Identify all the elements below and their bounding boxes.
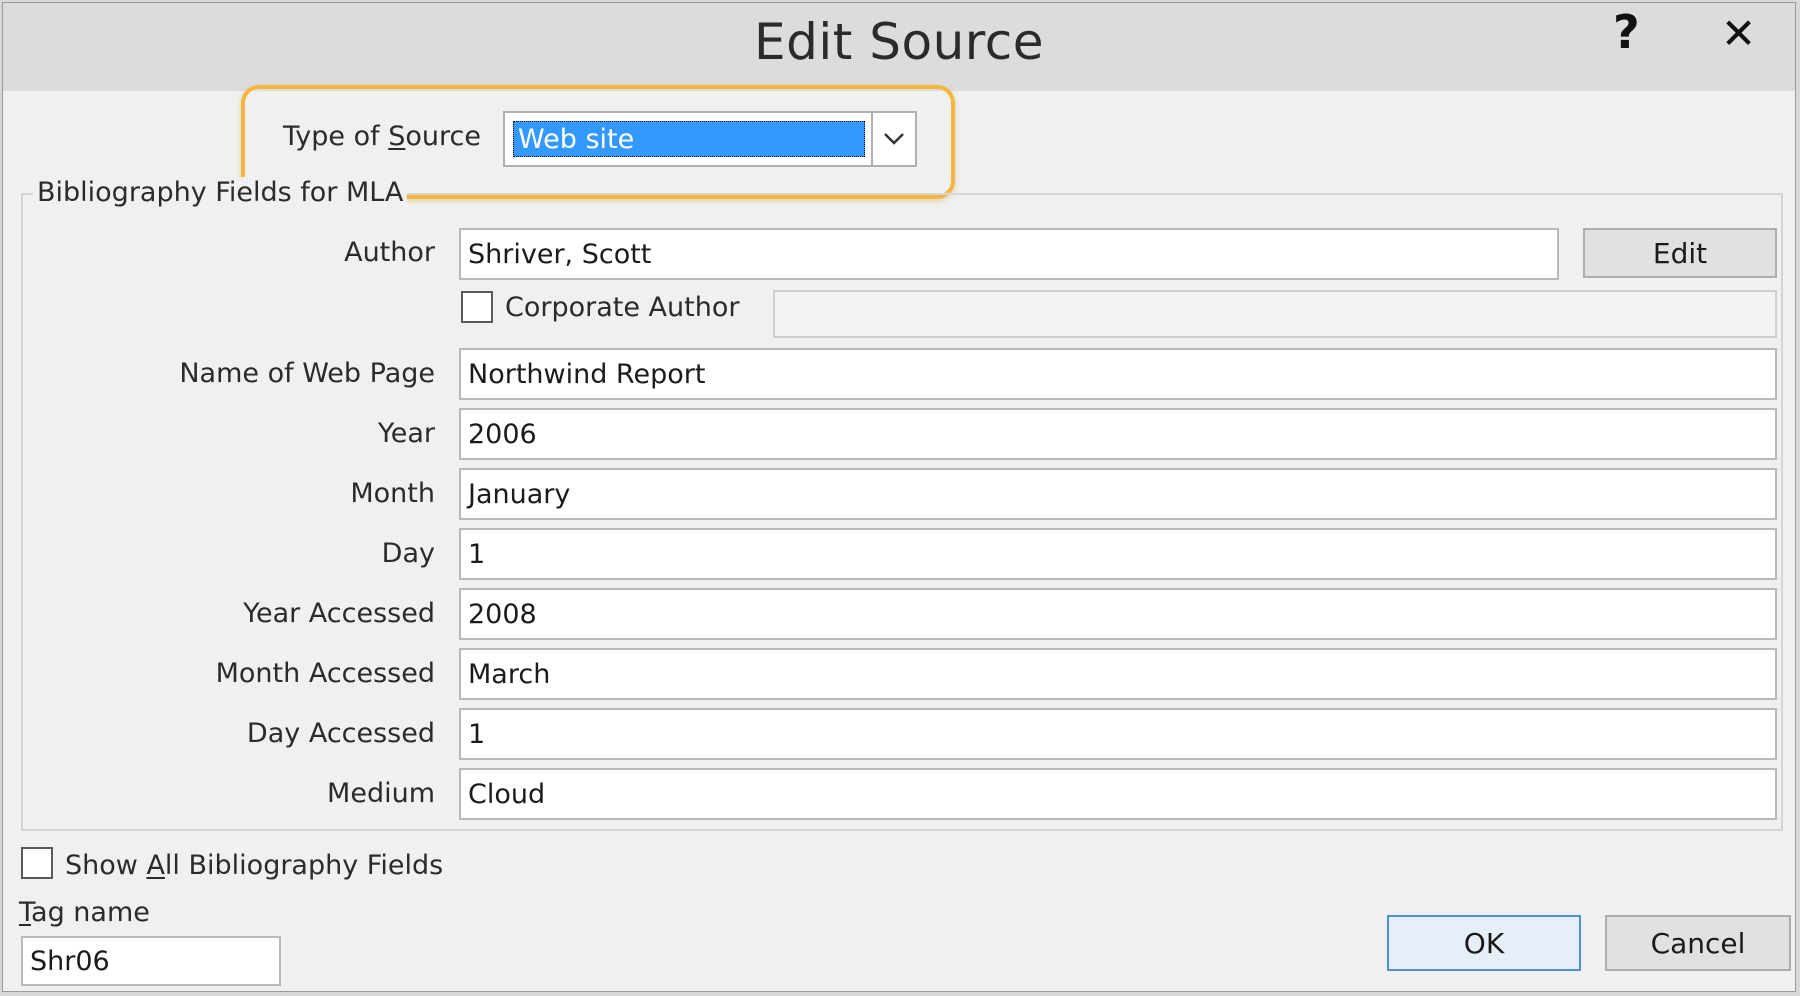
year-label: Year xyxy=(377,418,435,449)
type-of-source-label-suffix: ource xyxy=(405,121,481,152)
show-all-fields-checkbox[interactable] xyxy=(21,847,53,879)
medium-label: Medium xyxy=(327,778,435,809)
edit-source-dialog: Edit Source ? ✕ Type of Source Web site … xyxy=(2,2,1796,992)
show-all-fields-label-suffix: ll Bibliography Fields xyxy=(164,850,444,881)
chevron-down-icon xyxy=(884,133,904,145)
name-of-web-page-label: Name of Web Page xyxy=(179,358,435,389)
year-accessed-label: Year Accessed xyxy=(243,598,435,629)
day-label: Day xyxy=(381,538,435,569)
year-accessed-field[interactable]: 2008 xyxy=(459,588,1777,640)
type-of-source-label-prefix: Type of xyxy=(283,121,389,152)
type-of-source-selected-value: Web site xyxy=(513,121,865,157)
day-accessed-field[interactable]: 1 xyxy=(459,708,1777,760)
month-accessed-label: Month Accessed xyxy=(215,658,435,689)
author-field[interactable]: Shriver, Scott xyxy=(459,228,1559,280)
type-of-source-select[interactable]: Web site xyxy=(503,111,917,167)
month-label: Month xyxy=(350,478,435,509)
name-of-web-page-field[interactable]: Northwind Report xyxy=(459,348,1777,400)
help-icon[interactable]: ? xyxy=(1613,9,1640,55)
corporate-author-checkbox[interactable] xyxy=(461,291,493,323)
corporate-author-label: Corporate Author xyxy=(505,292,740,323)
ok-button[interactable]: OK xyxy=(1387,915,1581,971)
year-field[interactable]: 2006 xyxy=(459,408,1777,460)
show-all-fields-label: Show All Bibliography Fields xyxy=(65,850,443,881)
type-of-source-label-mnemonic: S xyxy=(388,121,406,152)
tag-name-label-suffix: ag name xyxy=(31,897,150,928)
show-all-fields-label-prefix: Show xyxy=(65,850,147,881)
type-of-source-dropdown-button[interactable] xyxy=(871,113,915,165)
day-accessed-label: Day Accessed xyxy=(246,718,435,749)
close-icon[interactable]: ✕ xyxy=(1721,13,1756,55)
bibliography-fields-group-label: Bibliography Fields for MLA xyxy=(33,177,408,208)
title-bar: Edit Source ? ✕ xyxy=(3,3,1795,91)
tag-name-label-mnemonic: T xyxy=(19,897,32,928)
tag-name-field[interactable]: Shr06 xyxy=(21,936,281,986)
corporate-author-field xyxy=(773,290,1777,338)
medium-field[interactable]: Cloud xyxy=(459,768,1777,820)
tag-name-label: Tag name xyxy=(19,897,150,928)
edit-author-button[interactable]: Edit xyxy=(1583,228,1777,278)
month-accessed-field[interactable]: March xyxy=(459,648,1777,700)
day-field[interactable]: 1 xyxy=(459,528,1777,580)
author-label: Author xyxy=(344,237,435,268)
month-field[interactable]: January xyxy=(459,468,1777,520)
type-of-source-label: Type of Source xyxy=(283,121,481,152)
show-all-fields-label-mnemonic: A xyxy=(146,850,165,881)
cancel-button[interactable]: Cancel xyxy=(1605,915,1791,971)
dialog-title: Edit Source xyxy=(754,13,1044,71)
